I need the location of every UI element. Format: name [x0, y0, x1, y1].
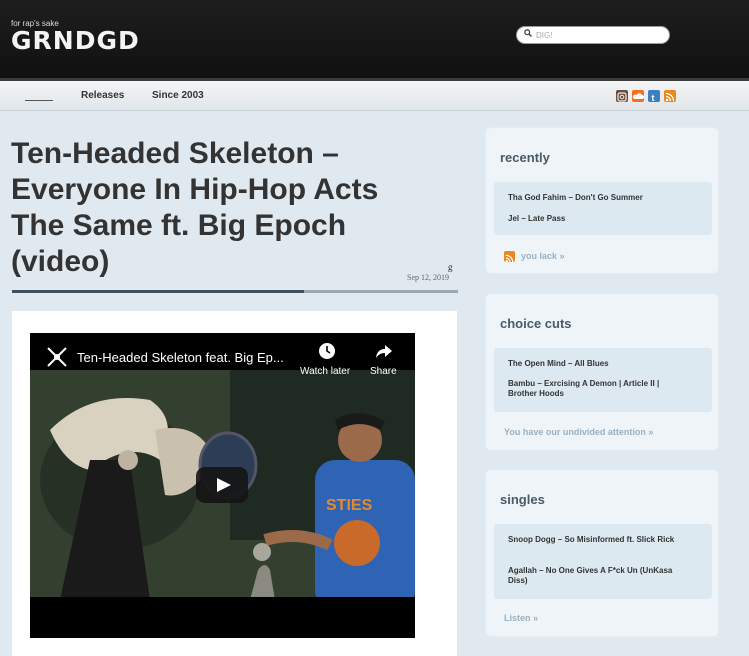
- you-lack-link[interactable]: you lack »: [521, 251, 565, 261]
- play-button[interactable]: [196, 467, 248, 503]
- site-header: for rap's sake GRNDGD: [0, 0, 749, 78]
- video-player[interactable]: STIES Ten-Headed Skeleton feat. Big Ep..…: [30, 333, 415, 638]
- nav-item-since-2003[interactable]: Since 2003: [152, 90, 204, 101]
- watch-later-button[interactable]: Watch later: [300, 366, 350, 377]
- sidebar-choice-cuts: choice cuts The Open Mind – All Blues Ba…: [485, 293, 719, 451]
- clock-icon[interactable]: [319, 343, 335, 359]
- video-title[interactable]: Ten-Headed Skeleton feat. Big Ep...: [77, 350, 284, 365]
- list-item[interactable]: Agallah – No One Gives A F*ck Un (UnKasa…: [508, 566, 688, 586]
- article-date: Sep 12, 2019: [407, 273, 449, 282]
- nav-bar: Releases Since 2003 t: [0, 81, 749, 111]
- search-box[interactable]: [516, 26, 670, 44]
- play-icon: [217, 478, 231, 492]
- share-button[interactable]: Share: [370, 366, 397, 377]
- title-underline-light: [304, 290, 458, 293]
- choice-cuts-list: The Open Mind – All Blues Bambu – Exrcis…: [494, 348, 712, 412]
- undivided-attention-link[interactable]: You have our undivided attention »: [504, 427, 653, 437]
- title-underline: [12, 290, 304, 293]
- sidebar-title-choice-cuts: choice cuts: [500, 316, 572, 331]
- article-title: Ten-Headed Skeleton – Everyone In Hip-Ho…: [11, 137, 379, 278]
- svg-text:t: t: [652, 93, 655, 103]
- list-item[interactable]: Jel – Late Pass: [508, 214, 688, 224]
- channel-logo-icon[interactable]: [45, 345, 69, 369]
- list-item[interactable]: Bambu – Exrcising A Demon | Article II |…: [508, 379, 688, 399]
- nav-item-blank[interactable]: [25, 100, 53, 101]
- search-icon[interactable]: [524, 29, 532, 37]
- rss-icon[interactable]: [504, 251, 515, 263]
- singles-list: Snoop Dogg – So Misinformed ft. Slick Ri…: [494, 524, 712, 599]
- list-item[interactable]: Snoop Dogg – So Misinformed ft. Slick Ri…: [508, 535, 688, 545]
- sidebar-title-recently: recently: [500, 150, 550, 165]
- sidebar-singles: singles Snoop Dogg – So Misinformed ft. …: [485, 469, 719, 637]
- soundcloud-icon[interactable]: [632, 90, 644, 102]
- instagram-icon[interactable]: [616, 90, 628, 102]
- recently-list: Tha God Fahim – Don't Go Summer Jel – La…: [494, 182, 712, 235]
- listen-link[interactable]: Listen »: [504, 613, 538, 623]
- sidebar-recently: recently Tha God Fahim – Don't Go Summer…: [485, 127, 719, 274]
- video-letterbox: [30, 597, 415, 638]
- tumblr-icon[interactable]: t: [648, 90, 660, 103]
- rss-icon[interactable]: [664, 90, 676, 102]
- article-author[interactable]: g: [448, 262, 453, 272]
- nav-item-releases[interactable]: Releases: [81, 90, 124, 101]
- share-icon[interactable]: [375, 342, 393, 360]
- list-item[interactable]: The Open Mind – All Blues: [508, 359, 688, 369]
- sidebar-title-singles: singles: [500, 492, 545, 507]
- svg-text:STIES: STIES: [326, 497, 373, 514]
- list-item[interactable]: Tha God Fahim – Don't Go Summer: [508, 193, 688, 203]
- search-input[interactable]: [536, 28, 664, 42]
- site-logo[interactable]: GRNDGD: [11, 26, 140, 55]
